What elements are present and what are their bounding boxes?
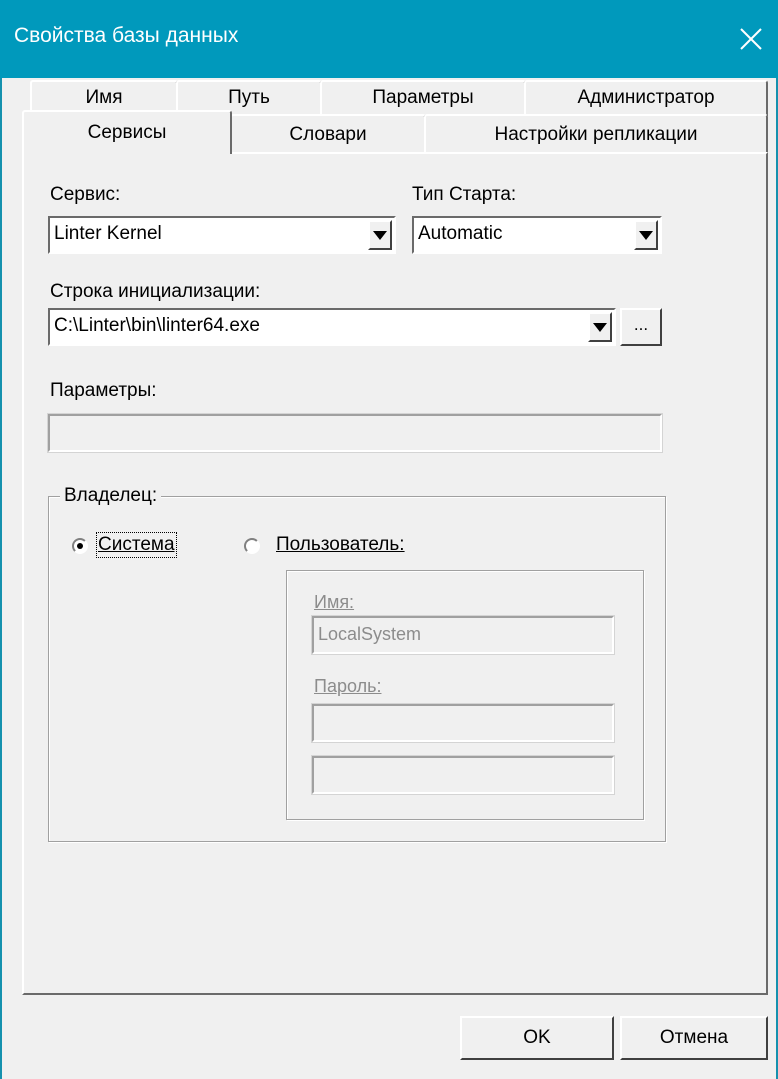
user-radio-label[interactable]: Пользователь: [276, 534, 405, 556]
system-radio-label[interactable]: Система [96, 532, 177, 558]
tab-label: Путь [228, 87, 270, 108]
close-button[interactable] [724, 14, 778, 64]
start-type-combobox[interactable]: Automatic [412, 216, 662, 254]
tab-replication-settings[interactable]: Настройки репликации [424, 114, 768, 152]
service-dropdown-button[interactable] [368, 220, 392, 250]
password-confirm-input [311, 755, 615, 795]
cancel-button[interactable]: Отмена [620, 1016, 768, 1060]
tab-label: Настройки репликации [494, 124, 698, 145]
password-input [311, 703, 615, 743]
password-label: Пароль: [314, 676, 382, 696]
tab-services[interactable]: Сервисы [22, 110, 232, 154]
user-radio[interactable] [244, 538, 260, 554]
window-title: Свойства базы данных [14, 24, 239, 47]
chevron-down-icon [593, 323, 607, 332]
tab-parameters[interactable]: Параметры [320, 80, 526, 116]
window-frame-left [0, 78, 2, 1079]
browse-button[interactable]: ... [620, 308, 662, 346]
params-input [47, 413, 663, 453]
init-string-combobox[interactable]: C:\Linter\bin\linter64.exe [48, 308, 616, 346]
ok-button-label: OK [523, 1027, 551, 1048]
service-combobox[interactable]: Linter Kernel [48, 216, 396, 254]
user-name-input: LocalSystem [311, 615, 615, 655]
owner-group-label: Владелец: [60, 485, 162, 507]
browse-button-label: ... [633, 315, 649, 334]
tab-label: Сервисы [87, 122, 167, 143]
radio-dot [77, 543, 83, 549]
cancel-button-label: Отмена [659, 1027, 729, 1048]
system-radio[interactable] [72, 538, 88, 554]
tab-label: Имя [85, 87, 123, 108]
service-label: Сервис: [50, 184, 121, 205]
params-label: Параметры: [50, 380, 157, 401]
tab-label: Администратор [577, 87, 715, 108]
tab-dictionaries[interactable]: Словари [230, 114, 426, 152]
close-icon [740, 28, 762, 50]
start-type-dropdown-button[interactable] [634, 220, 658, 250]
init-string-label: Строка инициализации: [50, 281, 261, 302]
init-string-dropdown-button[interactable] [588, 312, 612, 342]
init-string-value: C:\Linter\bin\linter64.exe [54, 315, 260, 336]
name-label: Имя: [314, 592, 355, 612]
tab-label: Словари [289, 124, 367, 145]
ok-button[interactable]: OK [460, 1016, 614, 1060]
tab-label: Параметры [372, 87, 474, 108]
chevron-down-icon [639, 231, 653, 240]
tab-administrator[interactable]: Администратор [524, 80, 768, 116]
service-value: Linter Kernel [54, 223, 162, 244]
start-type-label: Тип Старта: [412, 184, 517, 205]
chevron-down-icon [373, 231, 387, 240]
user-radio-label-text: Пользователь: [276, 534, 405, 555]
start-type-value: Automatic [418, 223, 503, 244]
user-name-value: LocalSystem [318, 624, 422, 644]
